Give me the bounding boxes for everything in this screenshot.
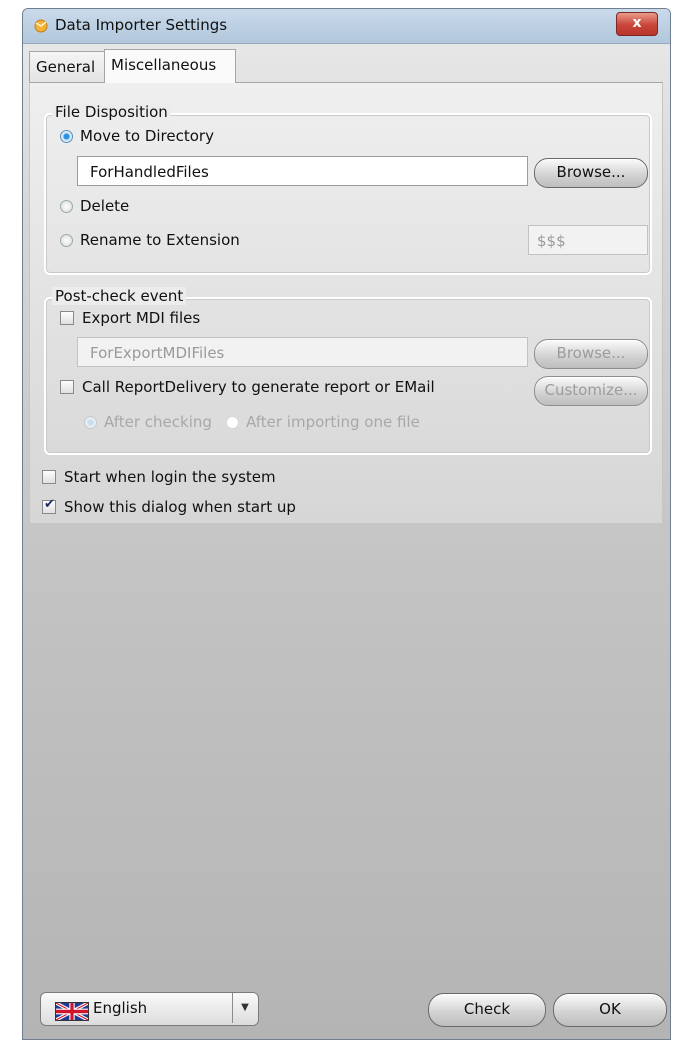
title-bar: Data Importer Settings x [23,9,670,44]
window-title: Data Importer Settings [55,16,228,34]
show-dialog-label: Show this dialog when start up [64,498,296,516]
file-disposition-group: File Disposition Move to Directory ForHa… [44,103,652,275]
dialog-window: Data Importer Settings x General Miscell… [22,8,671,1040]
rename-radio[interactable] [60,233,73,247]
tab-miscellaneous[interactable]: Miscellaneous [104,49,236,83]
show-dialog-option[interactable]: Show this dialog when start up [42,497,296,516]
extension-input[interactable]: $$$ [528,225,648,255]
chevron-down-icon[interactable]: ▼ [232,993,257,1023]
app-icon [34,19,48,33]
directory-input[interactable]: ForHandledFiles [77,156,528,186]
delete-radio[interactable] [60,199,73,213]
after-importing-label: After importing one file [246,413,420,431]
after-checking-label: After checking [104,413,212,431]
rename-label: Rename to Extension [80,231,240,249]
export-mdi-checkbox[interactable] [60,311,74,325]
rename-option[interactable]: Rename to Extension [60,231,240,249]
move-to-directory-option[interactable]: Move to Directory [60,127,214,145]
start-login-label: Start when login the system [64,468,276,486]
report-delivery-option[interactable]: Call ReportDelivery to generate report o… [60,378,435,396]
uk-flag-icon [55,1002,89,1021]
show-dialog-checkbox[interactable] [42,497,56,514]
file-disposition-label: File Disposition [52,103,171,121]
after-importing-option[interactable]: After importing one file [226,413,420,431]
delete-label: Delete [80,197,130,215]
delete-option[interactable]: Delete [60,197,129,215]
after-importing-radio[interactable] [226,415,239,429]
close-button[interactable]: x [616,12,658,36]
post-check-group: Post-check event Export MDI files ForExp… [44,287,652,455]
export-mdi-label: Export MDI files [82,309,201,327]
export-mdi-option[interactable]: Export MDI files [60,309,200,327]
report-delivery-checkbox[interactable] [60,380,74,394]
ok-button[interactable]: OK [553,993,667,1027]
report-delivery-label: Call ReportDelivery to generate report o… [82,378,435,396]
move-to-directory-radio[interactable] [60,129,73,143]
export-directory-input[interactable]: ForExportMDIFiles [77,337,528,367]
start-login-checkbox[interactable] [42,470,56,484]
miscellaneous-panel: File Disposition Move to Directory ForHa… [29,82,663,524]
tab-general[interactable]: General [29,51,105,83]
check-button[interactable]: Check [428,993,546,1027]
browse-export-button[interactable]: Browse... [534,339,648,369]
after-checking-option[interactable]: After checking [84,413,212,431]
customize-button[interactable]: Customize... [534,376,648,406]
browse-directory-button[interactable]: Browse... [534,158,648,188]
language-select[interactable]: English ▼ [40,992,259,1026]
move-to-directory-label: Move to Directory [80,127,214,145]
after-checking-radio[interactable] [84,415,97,429]
post-check-label: Post-check event [52,287,187,305]
language-label: English [93,999,148,1017]
start-login-option[interactable]: Start when login the system [42,468,276,486]
